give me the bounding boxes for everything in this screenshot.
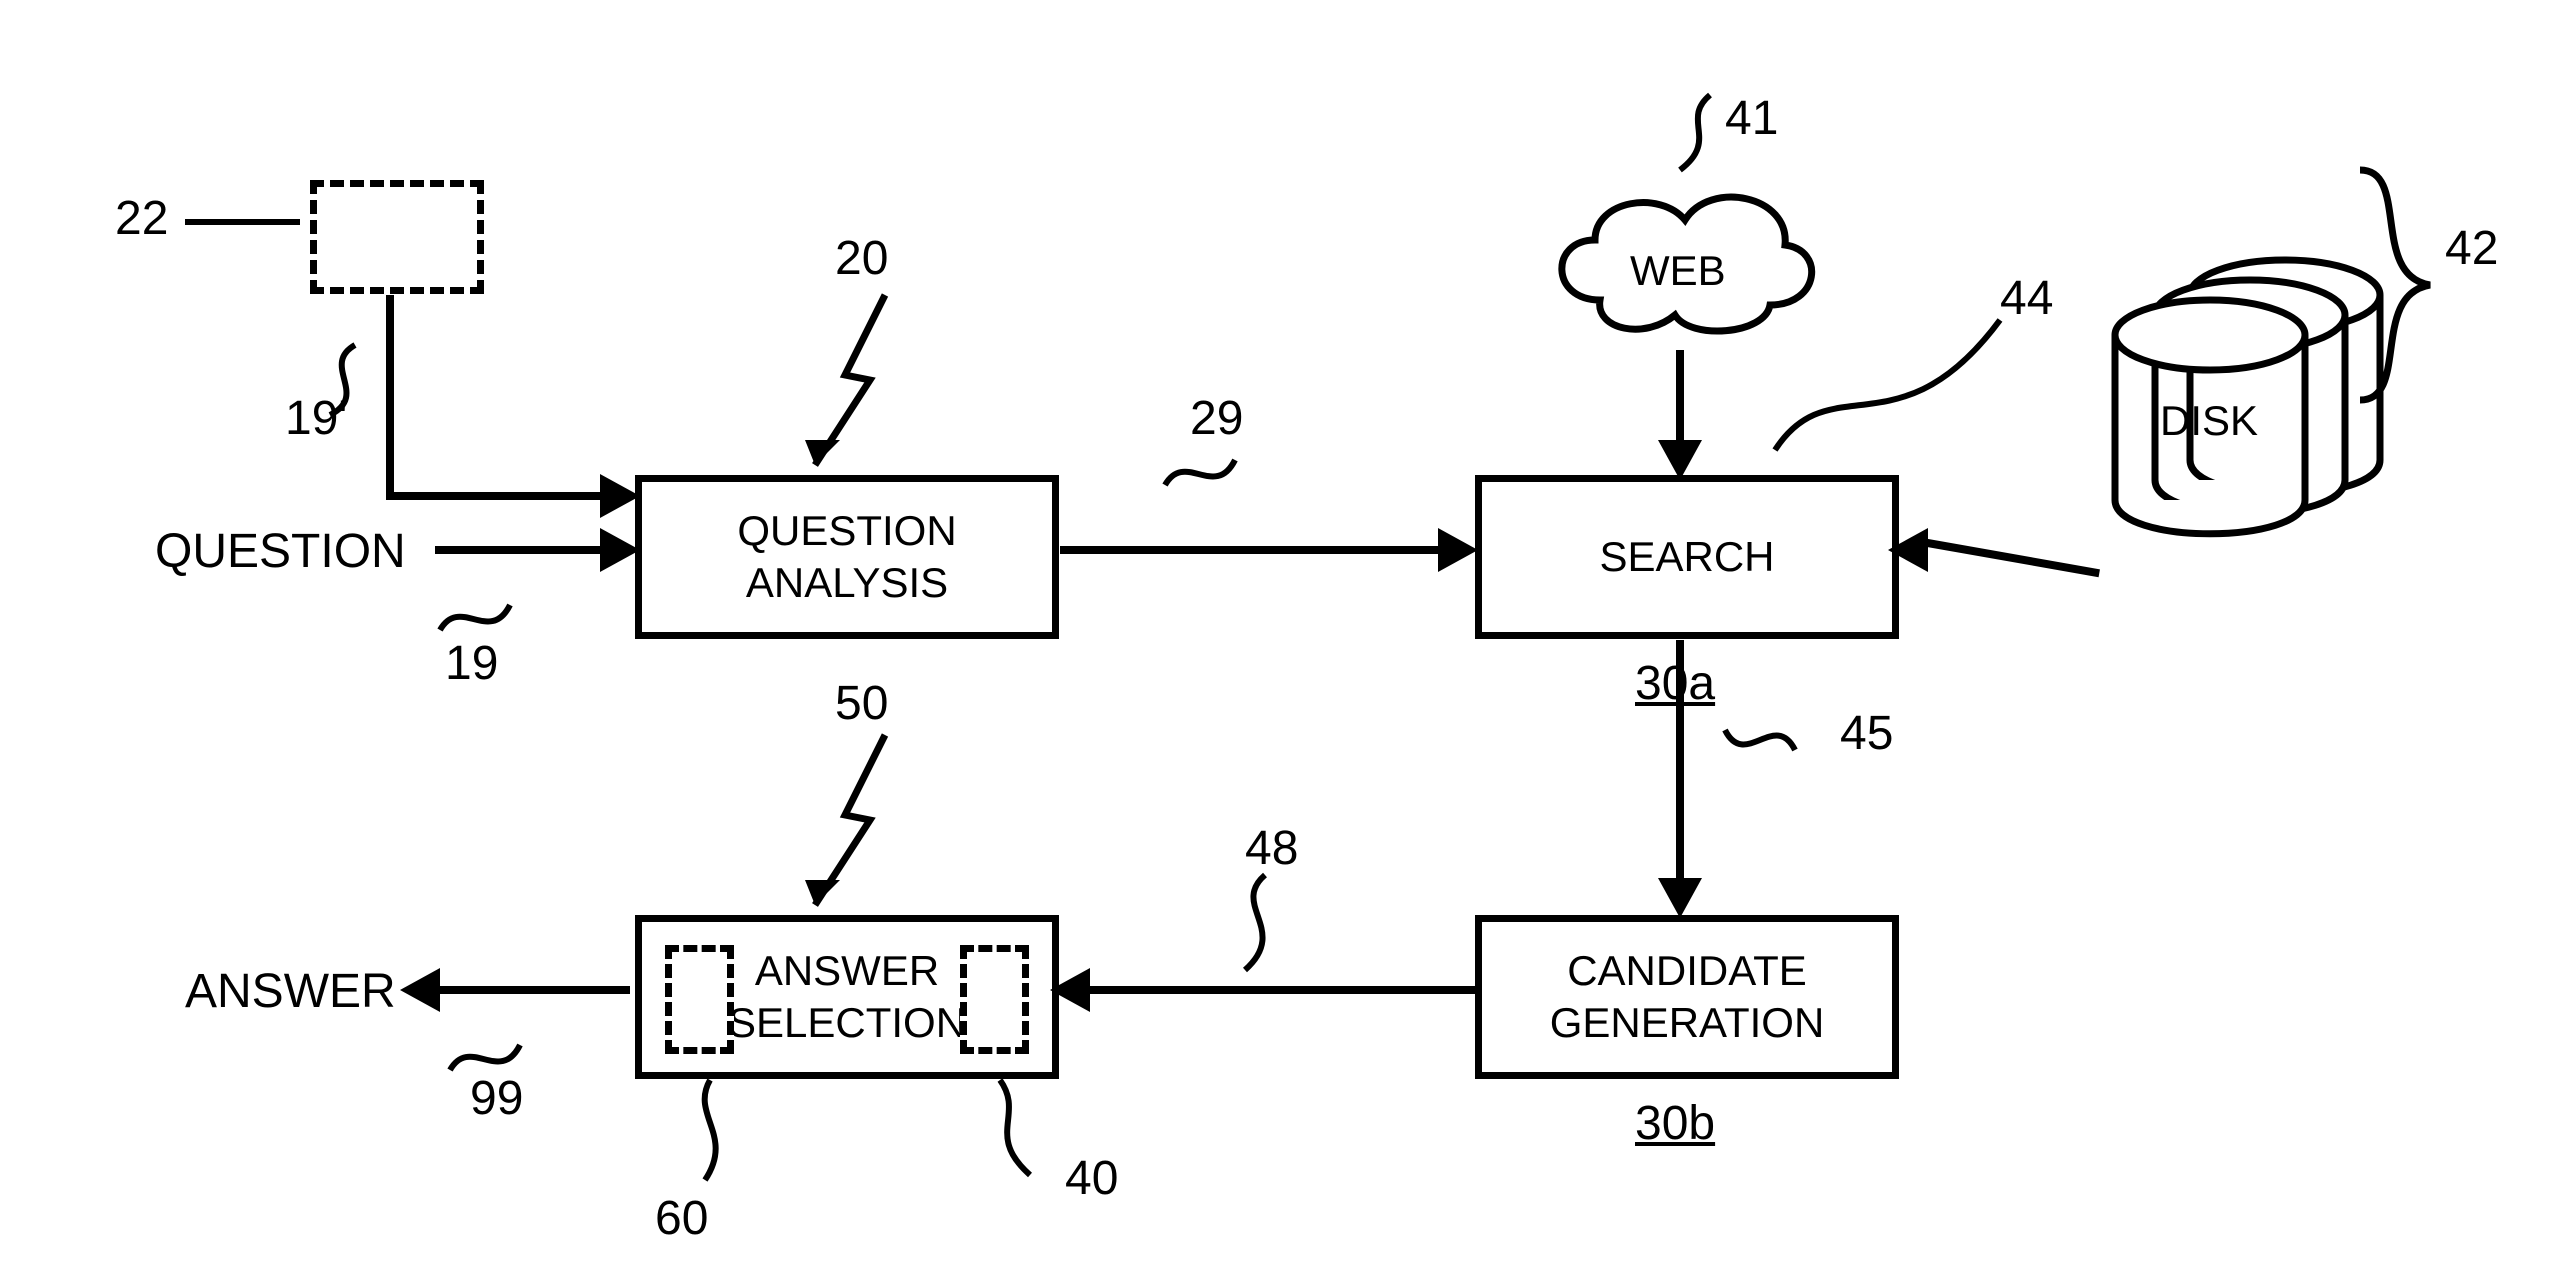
arrow-question-to-qa-head [600,528,640,572]
diagram-canvas: QUESTION ANSWER QUESTION ANALYSIS SEARCH… [0,0,2570,1279]
ref-50: 50 [835,680,888,728]
answer-selection-sub-right [960,945,1029,1054]
question-analysis-text: QUESTION ANALYSIS [642,505,1052,610]
ref-42: 42 [2445,225,2498,273]
ref-arrow-20 [785,290,905,480]
ref-41: 41 [1725,95,1778,143]
ref-22: 22 [115,195,168,243]
leader-48 [1210,870,1310,980]
arrow-as-to-answer-head [400,968,440,1012]
leader-41 [1630,90,1730,180]
answer-selection-sub-left [665,945,734,1054]
arrow-ctx-head [600,474,640,518]
ref-arrow-50 [785,730,905,920]
candidate-generation-block: CANDIDATE GENERATION [1475,915,1899,1079]
arrow-web-to-search-head [1658,440,1702,480]
ref-29: 29 [1190,395,1243,443]
arrow-search-to-cg-head [1658,878,1702,918]
arrow-ctx-vert [386,295,394,500]
arrow-cg-to-as-head [1050,968,1090,1012]
answer-label: ANSWER [185,968,396,1016]
ref-99: 99 [470,1075,523,1123]
disk-stack-icon [2075,245,2385,545]
ref-19: 19 [445,640,498,688]
leader-45 [1720,700,1840,770]
leader-60 [680,1075,760,1195]
arrow-question-to-qa [435,546,605,554]
arrow-qa-to-search-head [1438,528,1478,572]
ref-30a: 30a [1635,660,1715,708]
ref-45: 45 [1840,710,1893,758]
arrow-disk-to-search [1921,538,2100,577]
arrow-ctx-horz [386,492,606,500]
context-box [310,180,484,294]
arrow-cg-to-as [1085,986,1475,994]
leader-44 [1770,305,2020,455]
question-analysis-block: QUESTION ANALYSIS [635,475,1059,639]
brace-42 [2355,165,2445,405]
arrow-as-to-answer [435,986,630,994]
leader-40 [985,1075,1075,1185]
ref-30b: 30b [1635,1100,1715,1148]
ref-48: 48 [1245,825,1298,873]
leader-22 [180,210,310,250]
ref-44: 44 [2000,275,2053,323]
question-label: QUESTION [155,528,406,576]
candidate-generation-text: CANDIDATE GENERATION [1482,945,1892,1050]
arrow-web-to-search [1676,350,1684,445]
disk-text: DISK [2160,400,2258,442]
search-text: SEARCH [1599,531,1774,584]
leader-19 [435,575,555,645]
search-block: SEARCH [1475,475,1899,639]
arrow-qa-to-search [1060,546,1440,554]
ref-60: 60 [655,1195,708,1243]
arrow-disk-to-search-head [1888,528,1928,572]
ref-20: 20 [835,235,888,283]
ref-40: 40 [1065,1155,1118,1203]
ref-19p: 19' [285,395,348,443]
web-text: WEB [1630,250,1726,292]
